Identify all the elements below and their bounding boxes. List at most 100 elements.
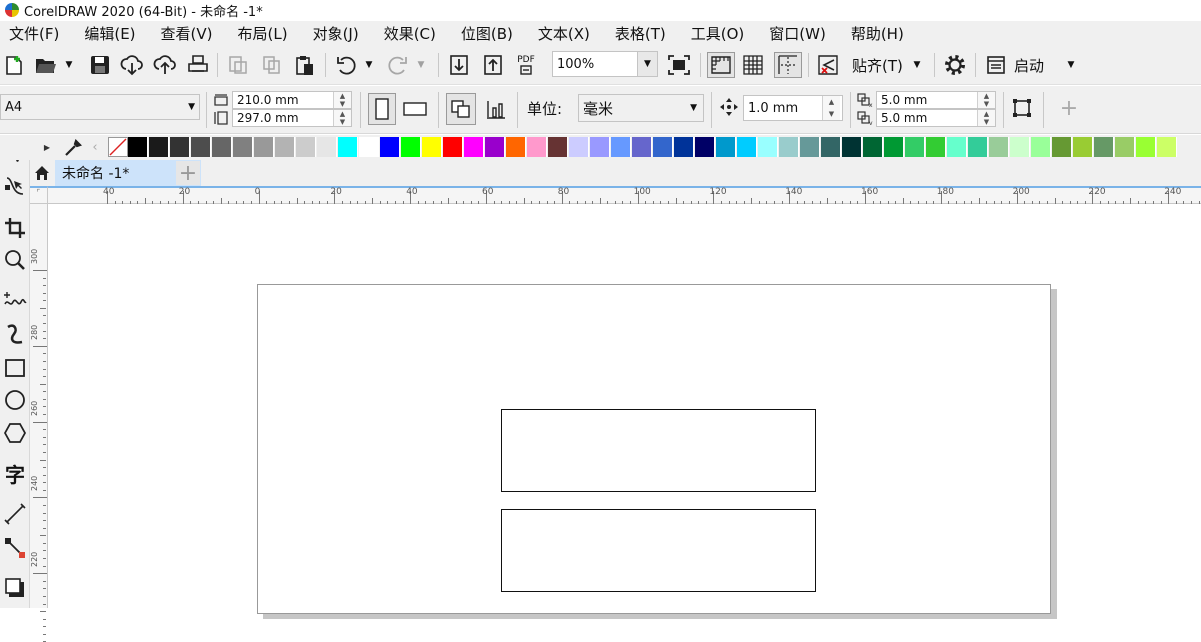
color-swatch[interactable]: [821, 137, 841, 157]
color-swatch[interactable]: [1031, 137, 1051, 157]
color-swatch[interactable]: [464, 137, 484, 157]
menu-help[interactable]: 帮助(H): [851, 23, 904, 44]
page-height-stepper[interactable]: ▲ ▼: [333, 110, 351, 126]
snap-dropdown-arrow-icon[interactable]: ▼: [910, 57, 924, 73]
rectangle-shape-1[interactable]: [501, 409, 816, 492]
menu-bitmaps[interactable]: 位图(B): [461, 23, 513, 44]
vertical-ruler[interactable]: 300 280 260 240 220: [30, 204, 48, 642]
palette-scroll-left-icon[interactable]: ‹: [88, 139, 102, 155]
import-icon[interactable]: [447, 53, 471, 77]
save-icon[interactable]: [88, 53, 112, 77]
publish-pdf-icon[interactable]: PDF: [512, 51, 540, 79]
paste-icon[interactable]: [293, 53, 317, 77]
import-disabled-icon[interactable]: [226, 53, 250, 77]
new-document-icon[interactable]: [2, 53, 26, 77]
color-swatch[interactable]: [611, 137, 631, 157]
no-fill-swatch-icon[interactable]: [108, 137, 128, 157]
application-launcher-icon[interactable]: [984, 53, 1008, 77]
color-swatch[interactable]: [1094, 137, 1114, 157]
horizontal-ruler[interactable]: 40 20 0 20 40 60 80 100 120 140 160 180 200 220 240: [30, 186, 1201, 204]
artistic-media-tool-icon[interactable]: [2, 321, 28, 347]
show-grid-icon[interactable]: [740, 52, 766, 78]
color-swatch[interactable]: [590, 137, 610, 157]
color-swatch[interactable]: [905, 137, 925, 157]
menu-file[interactable]: 文件(F): [9, 23, 59, 44]
shape-tool-icon[interactable]: [2, 173, 28, 199]
color-swatch[interactable]: [254, 137, 274, 157]
units-select[interactable]: 毫米 ▼: [578, 94, 704, 122]
new-tab-plus-icon[interactable]: +: [176, 161, 200, 186]
ellipse-tool-icon[interactable]: [2, 387, 28, 413]
redo-disabled-icon[interactable]: [386, 53, 410, 77]
color-swatch[interactable]: [170, 137, 190, 157]
color-swatch[interactable]: [422, 137, 442, 157]
undo-icon[interactable]: [334, 53, 358, 77]
color-swatch[interactable]: [989, 137, 1009, 157]
ruler-origin-icon[interactable]: ⌜: [30, 186, 48, 204]
show-guidelines-icon[interactable]: [774, 52, 802, 78]
color-swatch[interactable]: [1010, 137, 1030, 157]
color-swatch[interactable]: [863, 137, 883, 157]
connector-tool-icon[interactable]: [2, 535, 28, 561]
color-swatch[interactable]: [212, 137, 232, 157]
menu-tools[interactable]: 工具(O): [691, 23, 745, 44]
undo-dropdown-arrow-icon[interactable]: ▼: [362, 57, 376, 73]
redo-dropdown-arrow-icon[interactable]: ▼: [414, 57, 428, 73]
color-swatch[interactable]: [968, 137, 988, 157]
color-swatch[interactable]: [296, 137, 316, 157]
add-control-icon[interactable]: +: [1058, 96, 1080, 121]
color-swatch[interactable]: [1136, 137, 1156, 157]
gear-icon[interactable]: [942, 52, 968, 78]
palette-menu-arrow-icon[interactable]: ▶: [40, 139, 54, 155]
color-swatch[interactable]: [653, 137, 673, 157]
menu-table[interactable]: 表格(T): [615, 23, 666, 44]
color-swatch[interactable]: [716, 137, 736, 157]
color-swatch[interactable]: [947, 137, 967, 157]
landscape-orientation-icon[interactable]: [400, 93, 430, 125]
color-swatch[interactable]: [1052, 137, 1072, 157]
color-swatch[interactable]: [548, 137, 568, 157]
color-swatch[interactable]: [758, 137, 778, 157]
full-screen-preview-icon[interactable]: [666, 53, 692, 77]
color-swatch[interactable]: [779, 137, 799, 157]
menu-view[interactable]: 查看(V): [161, 23, 213, 44]
zoom-level-field[interactable]: 100%: [552, 51, 638, 77]
menu-object[interactable]: 对象(J): [313, 23, 359, 44]
parallel-dimension-tool-icon[interactable]: [2, 501, 28, 527]
color-swatch[interactable]: [380, 137, 400, 157]
duplicate-x-stepper[interactable]: ▲ ▼: [977, 92, 995, 108]
show-rulers-icon[interactable]: [707, 52, 735, 78]
rectangle-tool-icon[interactable]: [2, 355, 28, 381]
color-swatch[interactable]: [926, 137, 946, 157]
color-swatch[interactable]: [632, 137, 652, 157]
color-swatch[interactable]: [506, 137, 526, 157]
export-icon[interactable]: [481, 53, 505, 77]
text-tool-icon[interactable]: 字: [2, 459, 28, 487]
freehand-tool-icon[interactable]: [2, 287, 28, 313]
color-swatch[interactable]: [128, 137, 148, 157]
open-folder-icon[interactable]: [34, 53, 58, 77]
eyedropper-icon[interactable]: [62, 137, 84, 159]
color-swatch[interactable]: [527, 137, 547, 157]
color-swatch[interactable]: [443, 137, 463, 157]
crop-tool-icon[interactable]: [2, 215, 28, 241]
color-swatch[interactable]: [674, 137, 694, 157]
menu-effects[interactable]: 效果(C): [384, 23, 436, 44]
home-icon[interactable]: [30, 160, 54, 186]
color-swatch[interactable]: [401, 137, 421, 157]
open-dropdown-arrow-icon[interactable]: ▼: [62, 57, 76, 73]
color-swatch[interactable]: [737, 137, 757, 157]
color-swatch[interactable]: [317, 137, 337, 157]
color-swatch[interactable]: [233, 137, 253, 157]
color-swatch[interactable]: [695, 137, 715, 157]
color-swatch[interactable]: [1115, 137, 1135, 157]
drop-shadow-tool-icon[interactable]: [2, 575, 28, 601]
color-swatch[interactable]: [485, 137, 505, 157]
copy-disabled-icon[interactable]: [260, 53, 284, 77]
polygon-tool-icon[interactable]: [2, 420, 28, 446]
launch-label[interactable]: 启动: [1014, 55, 1044, 76]
color-swatch[interactable]: [800, 137, 820, 157]
duplicate-y-stepper[interactable]: ▲ ▼: [977, 110, 995, 126]
rectangle-shape-2[interactable]: [501, 509, 816, 592]
color-swatch[interactable]: [884, 137, 904, 157]
